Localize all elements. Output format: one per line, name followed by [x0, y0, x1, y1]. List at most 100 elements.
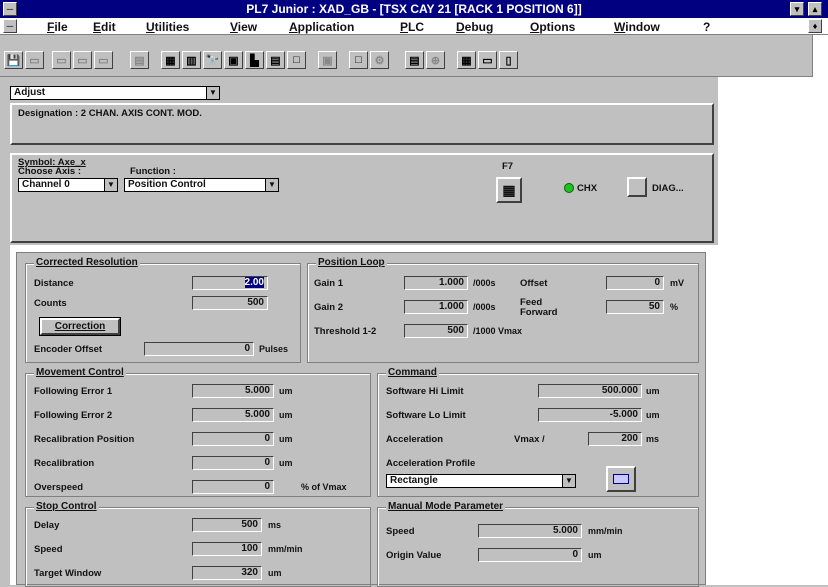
channel-select[interactable]: Channel 0 ▼: [18, 178, 118, 192]
fe2-label: Following Error 2: [34, 410, 113, 421]
offset-unit: mV: [670, 278, 685, 288]
cut-icon[interactable]: ▭: [52, 51, 71, 69]
fe1-unit: um: [279, 386, 293, 396]
tool-icon-16[interactable]: ⚙: [370, 51, 389, 69]
acceleration-field[interactable]: 200: [588, 432, 642, 446]
manual-speed-field[interactable]: 5.000: [478, 524, 582, 538]
hi-limit-label: Software Hi Limit: [386, 386, 464, 397]
fe1-field[interactable]: 5.000: [192, 384, 274, 398]
function-select[interactable]: Position Control ▼: [124, 178, 279, 192]
recal-field[interactable]: 0: [192, 456, 274, 470]
command-title: Command: [386, 367, 439, 378]
counts-label: Counts: [34, 298, 67, 309]
tile-icon[interactable]: ▯: [499, 51, 518, 69]
overspeed-unit: % of Vmax: [301, 482, 347, 492]
run-icon[interactable]: ▦: [457, 51, 476, 69]
restore-icon[interactable]: ♦: [808, 19, 822, 33]
module-icon[interactable]: ▦: [496, 177, 522, 203]
origin-value-field[interactable]: 0: [478, 548, 582, 562]
browser-icon[interactable]: ▦: [161, 51, 180, 69]
gain2-field[interactable]: 1.000: [404, 300, 468, 314]
gain1-unit: /000s: [473, 278, 496, 288]
profile-label: Acceleration Profile: [386, 458, 476, 469]
target-window-label: Target Window: [34, 568, 102, 579]
distance-field[interactable]: 2.00: [192, 276, 268, 290]
counts-field[interactable]: 500: [192, 296, 268, 310]
menu-view[interactable]: View: [230, 20, 257, 34]
position-loop-group: Position Loop Gain 1 1.000 /000s Gain 2 …: [307, 257, 699, 363]
lo-limit-unit: um: [646, 410, 660, 420]
corrected-resolution-group: Corrected Resolution Distance 2.00 Count…: [25, 257, 301, 363]
chevron-down-icon[interactable]: ▼: [562, 475, 575, 487]
offset-field[interactable]: 0: [606, 276, 664, 290]
menu-application[interactable]: Application: [289, 20, 354, 34]
encoder-offset-field[interactable]: 0: [144, 342, 254, 356]
corrected-resolution-title: Corrected Resolution: [34, 257, 140, 268]
tool-icon-2[interactable]: ▭: [25, 51, 44, 69]
stop-speed-field[interactable]: 100: [192, 542, 262, 556]
hi-limit-field[interactable]: 500.000: [538, 384, 642, 398]
chart-icon[interactable]: ▤: [266, 51, 285, 69]
profile-select[interactable]: Rectangle ▼: [386, 474, 576, 488]
screen-icon[interactable]: □: [287, 51, 306, 69]
undo-icon[interactable]: ▤: [130, 51, 149, 69]
menu-edit[interactable]: Edit: [93, 20, 116, 34]
transfer-icon[interactable]: □: [349, 51, 368, 69]
copy-icon[interactable]: ▭: [73, 51, 92, 69]
diag-button-icon[interactable]: [627, 177, 647, 197]
channel-value: Channel 0: [22, 179, 70, 190]
offset-label: Offset: [520, 278, 548, 289]
tool-icon-14[interactable]: ▣: [318, 51, 337, 69]
stop-icon[interactable]: ▭: [478, 51, 497, 69]
origin-value-label: Origin Value: [386, 550, 442, 561]
designation-label: Designation : 2 CHAN. AXIS CONT. MOD.: [18, 108, 202, 119]
acceleration-unit: ms: [646, 434, 660, 444]
save-icon[interactable]: 💾: [4, 51, 23, 69]
lo-limit-field[interactable]: -5.000: [538, 408, 642, 422]
tool-icon-18[interactable]: ⊕: [426, 51, 445, 69]
mode-select[interactable]: Adjust ▼: [10, 86, 220, 100]
diag-label[interactable]: DIAG...: [652, 183, 684, 194]
window-icon[interactable]: ▙: [245, 51, 264, 69]
correction-button[interactable]: Correction: [39, 317, 121, 336]
designation-box: Designation : 2 CHAN. AXIS CONT. MOD.: [10, 103, 714, 145]
menu-file[interactable]: File: [47, 20, 68, 34]
grid-icon[interactable]: 🔭: [203, 51, 222, 69]
manual-speed-label: Speed: [386, 526, 415, 537]
overspeed-label: Overspeed: [34, 482, 84, 493]
chevron-down-icon[interactable]: ▼: [206, 87, 219, 99]
delay-field[interactable]: 500: [192, 518, 262, 532]
acceleration-label: Acceleration: [386, 434, 444, 445]
distance-value: 2.00: [244, 277, 264, 288]
feed-forward-field[interactable]: 50: [606, 300, 664, 314]
recal-pos-field[interactable]: 0: [192, 432, 274, 446]
menu-plc[interactable]: PLC: [400, 20, 424, 34]
binoculars-icon[interactable]: ▣: [224, 51, 243, 69]
menu-window[interactable]: Window: [614, 20, 660, 34]
fe2-field[interactable]: 5.000: [192, 408, 274, 422]
target-window-field[interactable]: 320: [192, 566, 262, 580]
maximize-icon[interactable]: ▴: [808, 2, 822, 16]
manual-mode-group: Manual Mode Parameter Speed 5.000 mm/min…: [377, 501, 699, 587]
menu-debug[interactable]: Debug: [456, 20, 493, 34]
overspeed-field[interactable]: 0: [192, 480, 274, 494]
threshold-field[interactable]: 500: [404, 324, 468, 338]
connect-icon[interactable]: ▤: [405, 51, 424, 69]
config-icon[interactable]: ▥: [182, 51, 201, 69]
menu-options[interactable]: Options: [530, 20, 575, 34]
minimize-icon[interactable]: ▾: [790, 2, 804, 16]
choose-axis-label: Choose Axis :: [18, 166, 81, 177]
gain1-field[interactable]: 1.000: [404, 276, 468, 290]
gain2-label: Gain 2: [314, 302, 344, 313]
mode-select-value: Adjust: [14, 87, 46, 98]
profile-shape-icon[interactable]: [606, 466, 636, 492]
doc-menu-icon[interactable]: ─: [3, 19, 17, 33]
chevron-down-icon[interactable]: ▼: [265, 179, 278, 191]
paste-icon[interactable]: ▭: [94, 51, 113, 69]
toolbar: 💾 ▭ ▭ ▭ ▭ ▤ ▦ ▥ 🔭 ▣ ▙ ▤ □ ▣ □ ⚙ ▤ ⊕ ▦ ▭ …: [0, 35, 828, 77]
menu-help[interactable]: ?: [703, 20, 710, 34]
function-label: Function :: [130, 166, 176, 177]
position-loop-title: Position Loop: [316, 257, 387, 268]
chevron-down-icon[interactable]: ▼: [104, 179, 117, 191]
menu-utilities[interactable]: Utilities: [146, 20, 189, 34]
